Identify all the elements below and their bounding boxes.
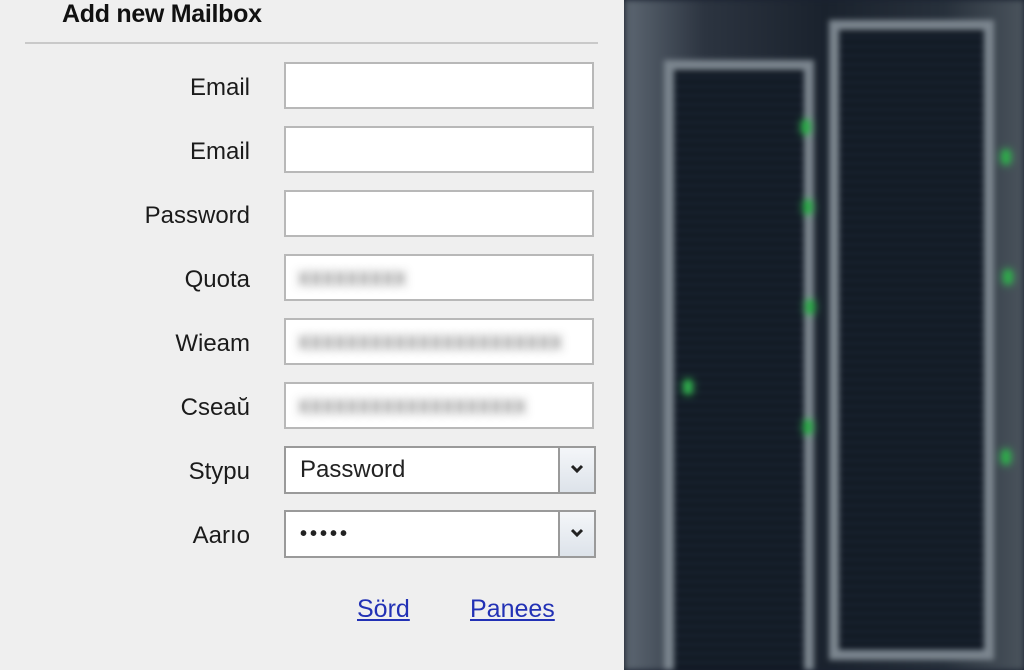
aario-label: Aarıo <box>192 522 250 549</box>
rack-status-light <box>1002 150 1010 164</box>
stypu-selected-value: Password <box>300 456 406 483</box>
aario-selected-value: ••••• <box>300 523 351 545</box>
chevron-down-icon <box>570 464 584 474</box>
rack-status-light <box>1002 450 1010 464</box>
cancel-link[interactable]: Panees <box>470 595 555 624</box>
cseau-label: Cseaŭ <box>180 394 250 421</box>
send-link[interactable]: Sörd <box>357 595 410 624</box>
rack-status-light <box>806 300 814 314</box>
stypu-select[interactable]: Password <box>284 446 596 494</box>
wieam-input[interactable]: xxxxxxxxxxxxxxxxxxxxxx <box>284 318 594 365</box>
email-confirm-label: Email <box>189 138 250 165</box>
rack-status-light <box>802 120 810 134</box>
password-label: Password <box>144 202 250 229</box>
add-mailbox-panel: Add new Mailbox Email Email Password Quo… <box>0 0 624 670</box>
email-label: Email <box>189 74 250 101</box>
rack-status-light <box>804 200 812 214</box>
server-rack-background <box>624 0 1024 670</box>
select-arrow-button[interactable] <box>558 512 594 556</box>
aario-select[interactable]: ••••• <box>284 510 596 558</box>
rack-status-light <box>804 420 812 434</box>
password-input[interactable] <box>284 190 594 237</box>
email-confirm-input[interactable] <box>284 126 594 173</box>
cseau-input[interactable]: xxxxxxxxxxxxxxxxxxx <box>284 382 594 429</box>
select-arrow-button[interactable] <box>558 448 594 492</box>
rack-status-light <box>1004 270 1012 284</box>
server-rack <box>664 60 814 670</box>
page-title: Add new Mailbox <box>62 0 262 28</box>
quota-label: Quota <box>184 266 250 293</box>
stypu-label: Stypu <box>188 458 250 485</box>
wieam-label: Wieam <box>175 330 250 357</box>
quota-input[interactable]: xxxxxxxxx <box>284 254 594 301</box>
chevron-down-icon <box>570 528 584 538</box>
server-rack <box>829 20 994 660</box>
email-input[interactable] <box>284 62 594 109</box>
rack-status-light <box>684 380 692 394</box>
title-divider <box>25 42 598 44</box>
